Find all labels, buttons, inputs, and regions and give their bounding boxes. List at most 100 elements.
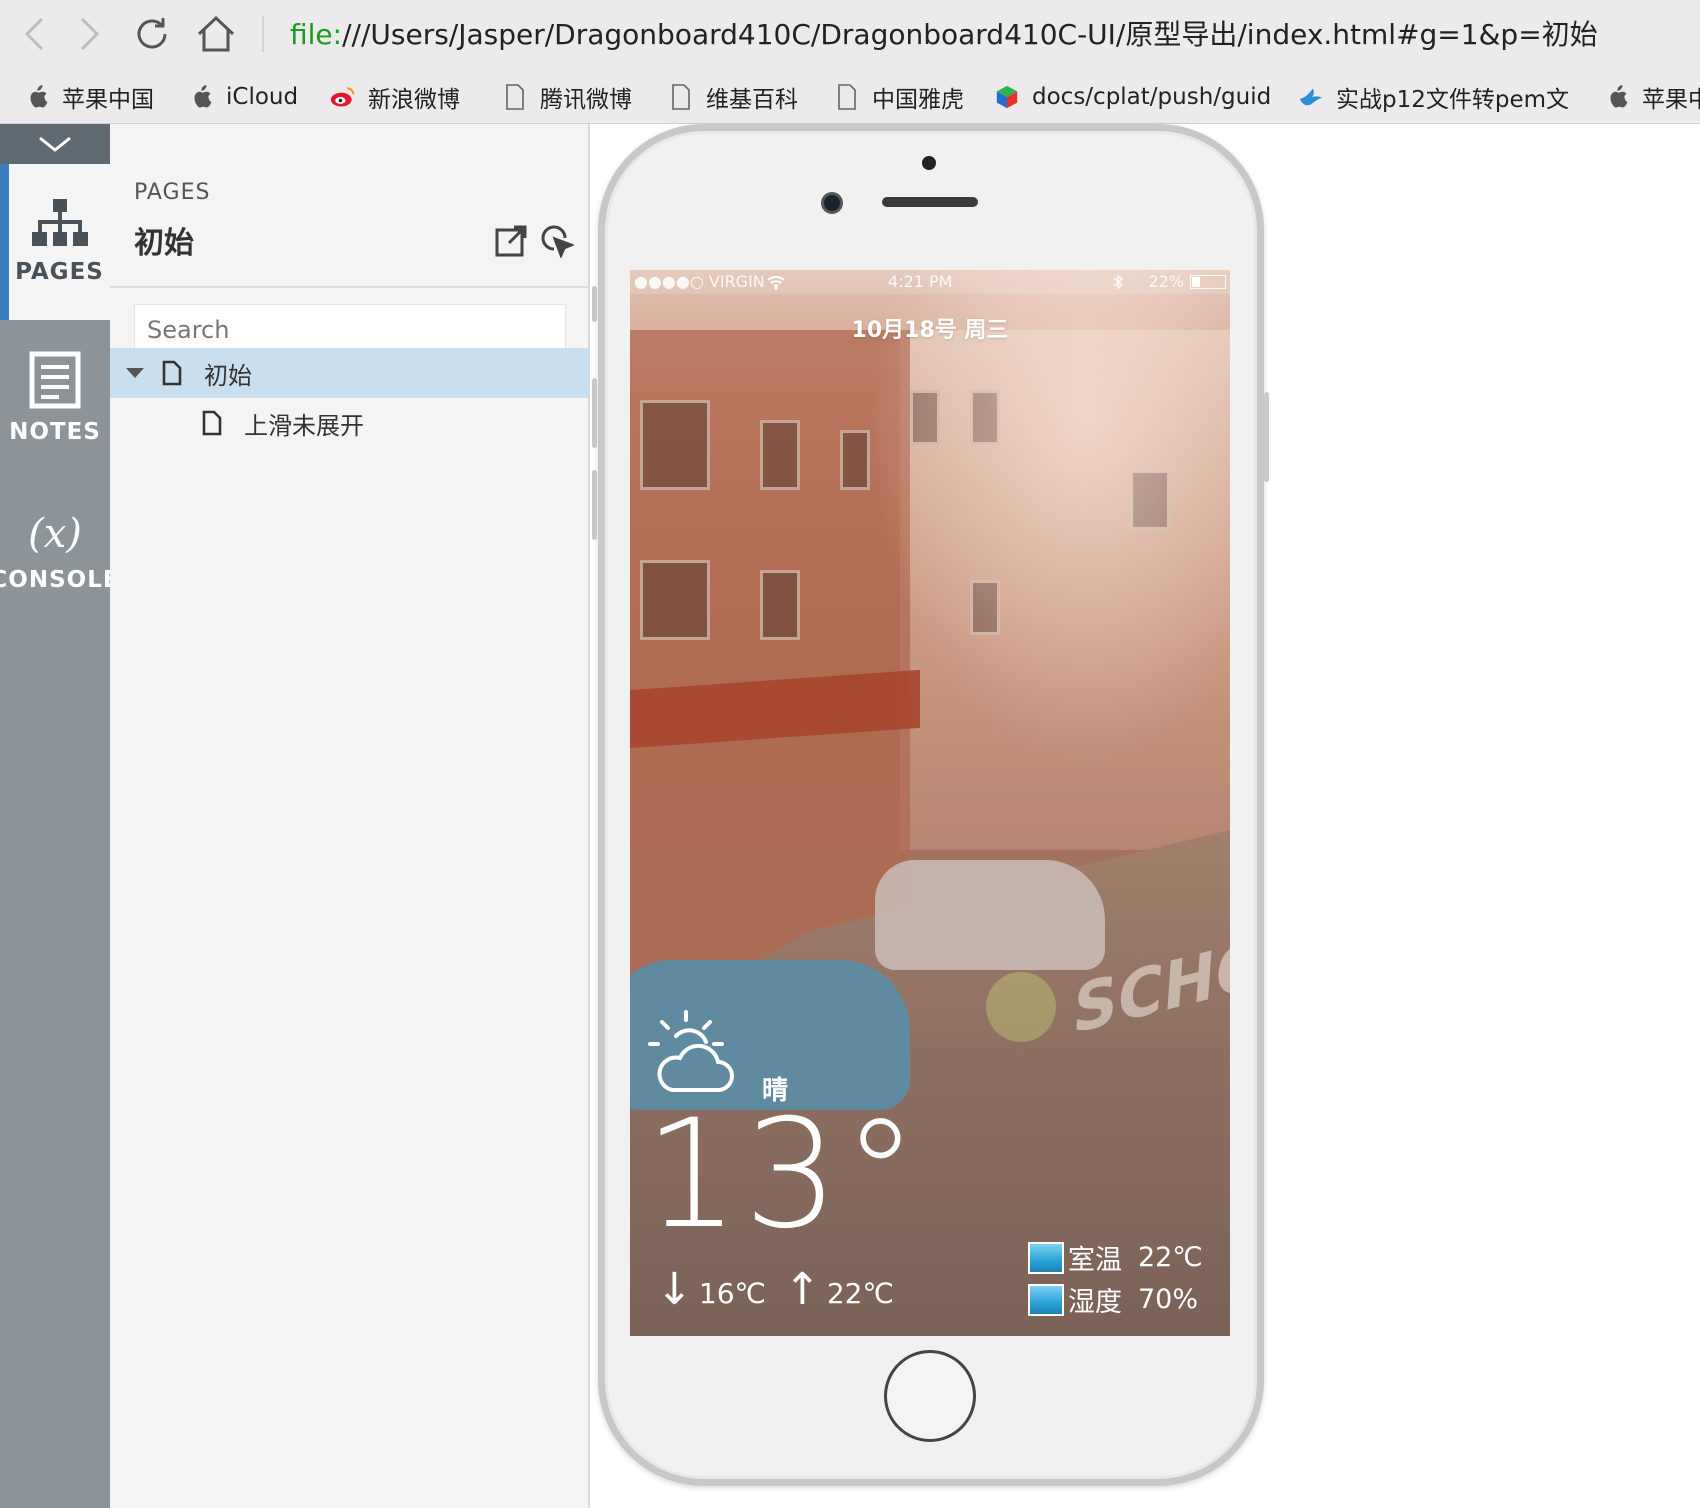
- reload-button[interactable]: [128, 10, 176, 58]
- page-title: 初始: [134, 226, 194, 261]
- background-lens-flare: [986, 972, 1056, 1042]
- address-path: ///Users/Jasper/Dragonboard410C/Dragonbo…: [342, 18, 1598, 51]
- bird-icon: [1298, 84, 1324, 110]
- arrow-down-icon: ↓: [656, 1264, 693, 1315]
- power-button: [1264, 392, 1269, 482]
- background-window: [840, 430, 870, 490]
- bookmark-icloud[interactable]: iCloud: [188, 70, 298, 123]
- bookmark-yahoo-china[interactable]: 中国雅虎: [834, 70, 964, 123]
- background-window: [760, 570, 800, 640]
- background-window: [760, 420, 800, 490]
- high-temperature: 22℃: [826, 1276, 894, 1310]
- bookmark-p12-to-pem[interactable]: 实战p12文件转pem文: [1298, 70, 1570, 123]
- bookmark-label: 中国雅虎: [872, 87, 964, 113]
- volume-down-button: [592, 470, 597, 540]
- home-button[interactable]: [192, 10, 240, 58]
- page-icon: [834, 84, 860, 110]
- panel-subtitle: PAGES: [134, 180, 211, 205]
- image-placeholder-icon: [1028, 1283, 1064, 1316]
- apple-icon: [188, 84, 214, 110]
- page-icon: [502, 84, 528, 110]
- panel-divider: [110, 286, 590, 288]
- background-window: [640, 400, 710, 490]
- battery-percent: 22%: [1148, 272, 1184, 291]
- phone-screen: SCHO ●●●●○ VIRGIN 4:21 PM 22% 10月18号 周三 …: [630, 270, 1230, 1336]
- humidity-row: 湿度 70%: [1028, 1280, 1198, 1319]
- low-high-temperature: ↓ 16℃ ↑ 22℃: [656, 1264, 894, 1315]
- reload-icon: [137, 18, 167, 49]
- bookmark-label: docs/cplat/push/guid: [1032, 84, 1272, 110]
- external-link-icon: [495, 225, 527, 257]
- tree-item-label: 初始: [204, 361, 252, 390]
- background-sun-glow: [870, 270, 1230, 770]
- apple-icon: [1604, 84, 1630, 110]
- chevron-left-icon: [24, 17, 44, 51]
- tab-notes[interactable]: NOTES: [0, 320, 110, 476]
- page-icon: [162, 360, 182, 386]
- address-scheme: file:: [290, 18, 343, 51]
- cube-icon: [994, 84, 1020, 110]
- sitemap-icon: [31, 199, 88, 246]
- bookmark-apple-china-2[interactable]: 苹果中: [1604, 70, 1700, 123]
- bookmarks-bar: 苹果中国 iCloud 新浪微博 腾讯微博 维基百科 中国雅虎 docs/cpl…: [0, 70, 1700, 124]
- bookmark-apple-china[interactable]: 苹果中国: [24, 70, 154, 123]
- page-icon: [202, 410, 222, 436]
- phone-status-bar: ●●●●○ VIRGIN 4:21 PM 22%: [630, 270, 1230, 294]
- bookmark-label: 苹果中国: [62, 87, 154, 113]
- mute-switch: [592, 286, 597, 322]
- bookmark-label: 维基百科: [706, 87, 798, 113]
- arrow-up-icon: ↑: [783, 1264, 821, 1315]
- indoor-temperature-row: 室温 22℃: [1028, 1238, 1203, 1277]
- expand-triangle-icon[interactable]: [126, 368, 144, 378]
- humidity-label: 湿度: [1068, 1287, 1122, 1318]
- indoor-temp-label: 室温: [1068, 1245, 1122, 1276]
- forward-button[interactable]: [66, 10, 114, 58]
- background-silver-car: [875, 860, 1105, 970]
- collapse-toggle[interactable]: [0, 124, 110, 164]
- weibo-icon: [330, 84, 356, 110]
- bookmark-label: 苹果中: [1642, 87, 1700, 113]
- hotspot-toggle-button[interactable]: [540, 224, 576, 260]
- browser-toolbar: file:///Users/Jasper/Dragonboard410C/Dra…: [0, 0, 1700, 70]
- battery-icon: [1190, 275, 1226, 289]
- tree-item-initial[interactable]: 初始: [110, 348, 590, 398]
- back-button[interactable]: [10, 10, 58, 58]
- bookmark-wikipedia[interactable]: 维基百科: [668, 70, 798, 123]
- notes-icon: [29, 351, 81, 409]
- wifi-icon: [767, 276, 785, 290]
- tab-console[interactable]: (x) CONSOLE: [0, 474, 119, 630]
- proximity-sensor: [922, 156, 936, 170]
- current-temperature: 13°: [644, 1088, 922, 1262]
- tree-item-label: 上滑未展开: [244, 411, 364, 440]
- volume-up-button: [592, 378, 597, 448]
- apple-icon: [24, 84, 50, 110]
- bookmark-label: 实战p12文件转pem文: [1336, 87, 1570, 113]
- earpiece-speaker: [882, 197, 978, 207]
- low-temperature: 16℃: [698, 1276, 766, 1310]
- page-icon: [668, 84, 694, 110]
- tree-item-swipe-up-collapsed[interactable]: 上滑未展开: [110, 398, 590, 448]
- date-label: 10月18号 周三: [851, 318, 1009, 343]
- left-rail: PAGES NOTES (x) CONSOLE: [0, 124, 119, 1508]
- tab-notes-label: NOTES: [9, 419, 101, 445]
- carrier-label: ●●●●○ VIRGIN: [634, 272, 765, 291]
- bluetooth-icon: [1113, 274, 1124, 290]
- home-button-phone[interactable]: [884, 1350, 976, 1442]
- address-bar[interactable]: file:///Users/Jasper/Dragonboard410C/Dra…: [290, 12, 1598, 58]
- toolbar-separator: [262, 16, 264, 52]
- open-in-new-window-button[interactable]: [494, 224, 528, 258]
- chevron-down-icon: [39, 136, 71, 152]
- tab-pages[interactable]: PAGES: [0, 164, 110, 320]
- indoor-temp-value: 22℃: [1138, 1242, 1203, 1273]
- front-camera: [821, 192, 843, 214]
- bookmark-docs-cplat[interactable]: docs/cplat/push/guid: [994, 70, 1272, 123]
- humidity-value: 70%: [1138, 1284, 1199, 1315]
- variable-icon: (x): [28, 511, 82, 557]
- bookmark-tencent-weibo[interactable]: 腾讯微博: [502, 70, 632, 123]
- home-icon: [197, 15, 235, 52]
- bookmark-label: 腾讯微博: [540, 87, 632, 113]
- tab-pages-label: PAGES: [15, 259, 104, 285]
- partly-sunny-icon: [648, 1010, 734, 1092]
- bookmark-weibo[interactable]: 新浪微博: [330, 70, 460, 123]
- pages-panel: PAGES 初始 初始 上滑未展开: [110, 124, 590, 1508]
